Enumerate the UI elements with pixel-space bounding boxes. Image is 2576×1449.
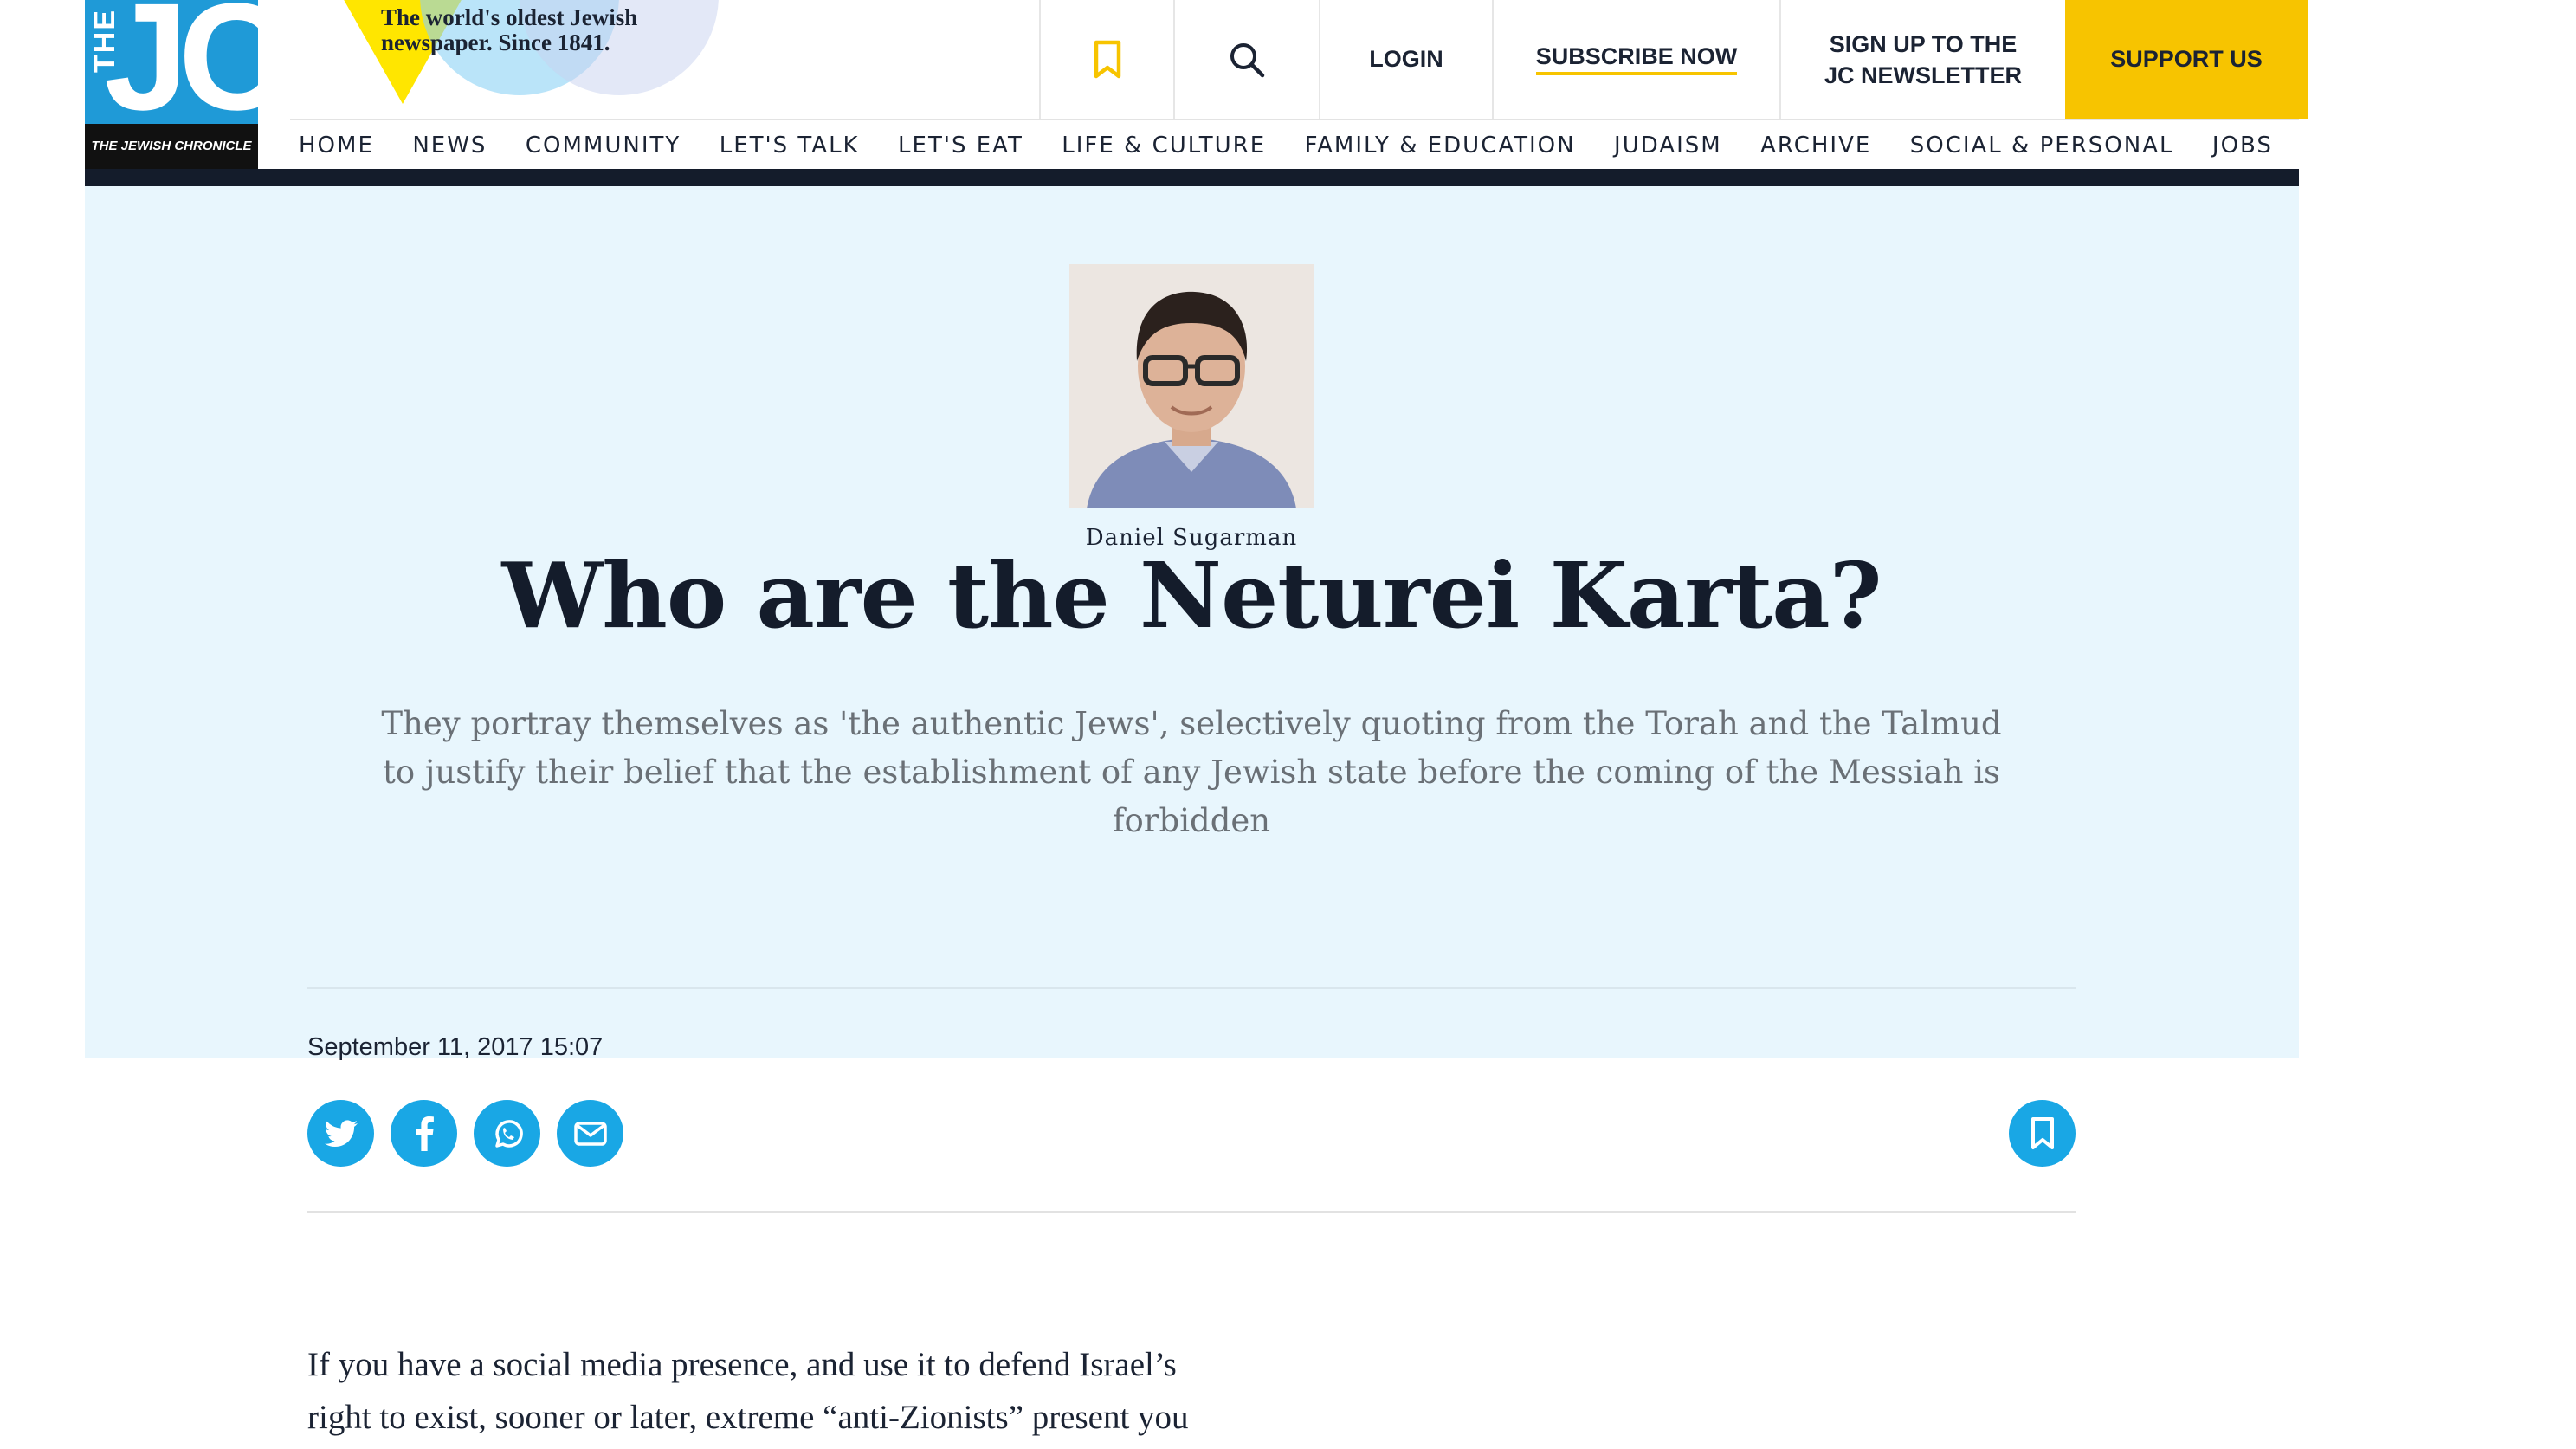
email-icon [573,1121,607,1146]
search-button[interactable] [1173,0,1319,119]
share-twitter-button[interactable] [307,1100,374,1167]
saved-articles-button[interactable] [1039,0,1173,119]
header-divider [290,119,2299,120]
nav-item-lets-talk[interactable]: LET'S TALK [720,130,860,161]
header-actions: LOGIN SUBSCRIBE NOW SIGN UP TO THE JC NE… [1039,0,2308,119]
site-logo[interactable]: THE JC THE JEWISH CHRONICLE [85,0,288,169]
hero-divider [307,987,2076,989]
tagline: The world's oldest Jewish newspaper. Sin… [381,5,637,55]
nav-item-community[interactable]: COMMUNITY [526,130,681,161]
login-button[interactable]: LOGIN [1319,0,1492,119]
bookmark-icon [2030,1116,2054,1149]
tagline-line-2: newspaper. Since 1841. [381,29,610,55]
subscribe-label: SUBSCRIBE NOW [1535,43,1738,75]
nav-item-archive[interactable]: ARCHIVE [1760,130,1871,161]
share-buttons [307,1100,623,1167]
share-divider [307,1211,2076,1213]
article-standfirst: They portray themselves as 'the authenti… [381,705,2002,839]
nav-item-jobs[interactable]: JOBS [2212,130,2273,161]
article-body: If you have a social media presence, and… [307,1338,1303,1444]
nav-underline-bar [85,169,2299,186]
nav-item-lets-eat[interactable]: LET'S EAT [898,130,1023,161]
share-whatsapp-button[interactable] [474,1100,540,1167]
nav-item-social-personal[interactable]: SOCIAL & PERSONAL [1910,130,2174,161]
body-line-2: right to exist, sooner or later, extreme… [307,1399,1189,1436]
support-us-button[interactable]: SUPPORT US [2065,0,2308,119]
tagline-line-1: The world's oldest Jewish [381,4,638,30]
body-line-1: If you have a social media presence, and… [307,1346,1177,1383]
whatsapp-icon [494,1119,523,1148]
facebook-icon [415,1116,434,1151]
share-email-button[interactable] [557,1100,623,1167]
nav-item-news[interactable]: NEWS [412,130,487,161]
article-date: September 11, 2017 15:07 [307,1033,604,1061]
twitter-icon [324,1119,358,1147]
newsletter-signup-button[interactable]: SIGN UP TO THE JC NEWSLETTER [1779,0,2065,119]
author-photo[interactable] [1069,264,1314,508]
nav-item-family-education[interactable]: FAMILY & EDUCATION [1305,130,1576,161]
logo-band: THE JEWISH CHRONICLE [85,124,258,169]
nav-item-judaism[interactable]: JUDAISM [1614,130,1722,161]
search-icon [1230,42,1265,77]
nav-item-life-culture[interactable]: LIFE & CULTURE [1062,130,1266,161]
newsletter-line-1: SIGN UP TO THE [1829,30,2018,57]
bookmark-icon [1094,40,1120,78]
save-article-button[interactable] [2009,1100,2076,1167]
subscribe-button[interactable]: SUBSCRIBE NOW [1492,0,1779,119]
logo-jc: JC [104,0,288,142]
share-facebook-button[interactable] [391,1100,457,1167]
nav-item-home[interactable]: HOME [299,130,374,161]
main-nav: HOME NEWS COMMUNITY LET'S TALK LET'S EAT… [299,130,2273,161]
newsletter-line-2: JC NEWSLETTER [1824,61,2022,88]
article-title: Who are the Neturei Karta? [501,542,1882,649]
